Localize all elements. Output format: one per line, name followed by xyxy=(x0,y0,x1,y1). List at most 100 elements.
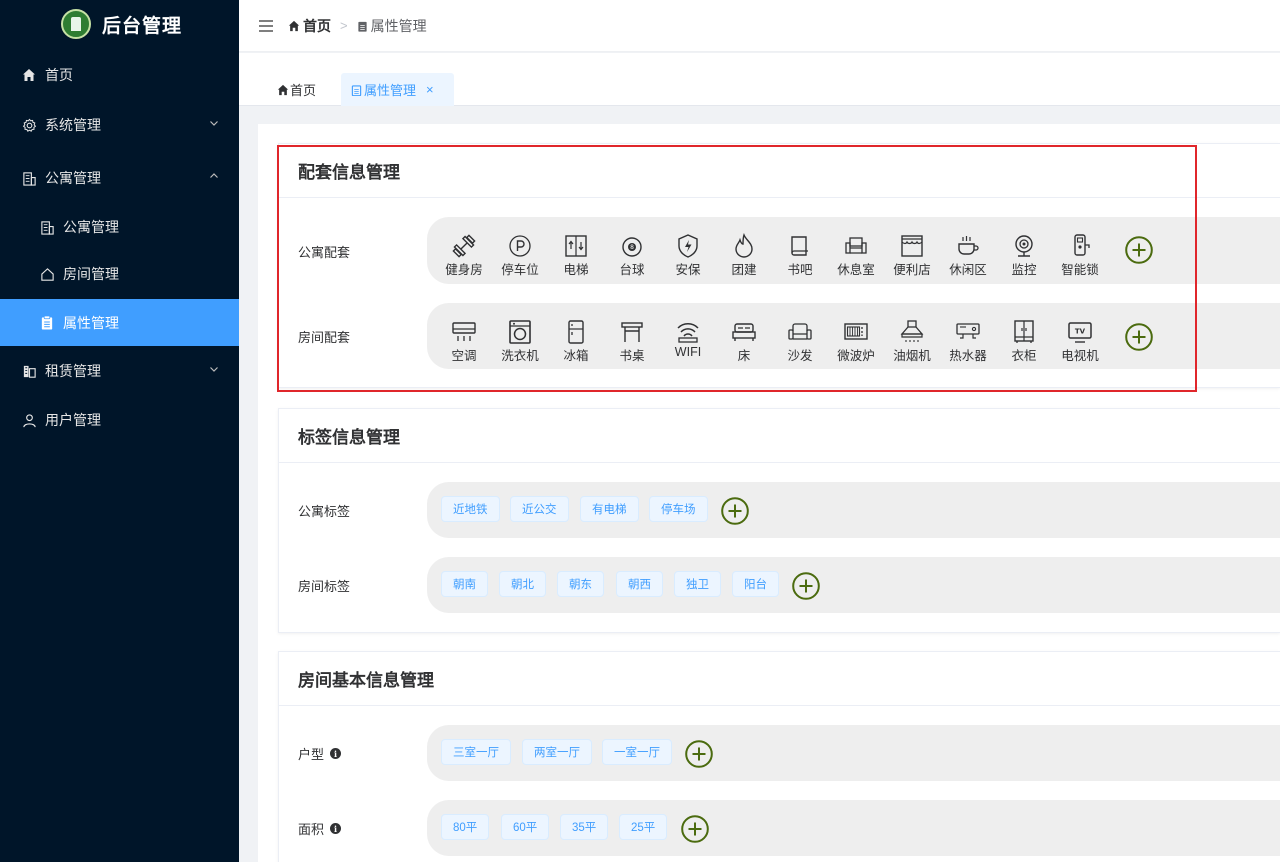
facility-item[interactable]: 冰箱 xyxy=(551,319,601,364)
tag-chip[interactable]: 35平 xyxy=(560,814,609,840)
house-icon xyxy=(39,266,55,282)
tag-chip[interactable]: 朝东 xyxy=(557,571,604,597)
tag-chip[interactable]: 朝北 xyxy=(499,571,546,597)
facility-item[interactable]: 电梯 xyxy=(551,233,601,278)
add-circle-icon[interactable] xyxy=(721,497,749,525)
tag-chip[interactable]: 两室一厅 xyxy=(522,739,592,765)
facility-item[interactable]: 团建 xyxy=(719,233,769,278)
room-facility-row: 房间配套 空调 洗衣机 冰箱 书桌 WIFI 床 沙发 微波炉 油烟机 热水器 … xyxy=(279,303,1280,371)
tag-chip[interactable]: 一室一厅 xyxy=(602,739,672,765)
sidebar-item-room[interactable]: 房间管理 xyxy=(0,250,239,298)
facility-item[interactable]: WIFI xyxy=(663,319,713,359)
camera-icon xyxy=(1015,235,1033,257)
top-header: 首页 > 属性管理 xyxy=(239,0,1280,52)
layout-row: 户型 i 三室一厅 两室一厅 一室一厅 xyxy=(279,725,1280,782)
tag-chip[interactable]: 三室一厅 xyxy=(441,739,511,765)
facility-item[interactable]: 衣柜 xyxy=(999,319,1049,364)
facility-item[interactable]: 监控 xyxy=(999,233,1049,278)
apartment-label-row: 公寓标签 近地铁 近公交 有电梯 停车场 xyxy=(279,482,1280,539)
facility-item[interactable]: 便利店 xyxy=(887,233,937,278)
row-label: 公寓标签 xyxy=(298,504,351,519)
room-tag-list: 朝南 朝北 朝东 朝西 独卫 阳台 xyxy=(427,557,1280,613)
add-circle-icon[interactable] xyxy=(1125,323,1153,351)
breadcrumb-home-label: 首页 xyxy=(303,17,331,34)
sidebar-item-label: 用户管理 xyxy=(45,412,101,428)
breadcrumb-current: 属性管理 xyxy=(357,16,427,36)
book-icon xyxy=(791,236,808,256)
chevron-down-icon xyxy=(210,367,218,372)
home-icon xyxy=(288,20,300,31)
clipboard-icon xyxy=(351,84,362,96)
facility-item[interactable]: 空调 xyxy=(439,319,489,364)
home-icon xyxy=(277,84,289,95)
facility-item[interactable]: 健身房 xyxy=(439,233,489,278)
facility-item[interactable]: 安保 xyxy=(663,233,713,278)
tag-chip[interactable]: 独卫 xyxy=(674,571,721,597)
add-circle-icon[interactable] xyxy=(1125,236,1153,264)
apartment-facility-row: 公寓配套 健身房 停车位 电梯 8 台球 安保 团建 书吧 休息室 便利店 休闲… xyxy=(279,217,1280,285)
add-circle-icon[interactable] xyxy=(685,740,713,768)
close-icon[interactable]: × xyxy=(426,82,434,97)
menu-toggle-icon[interactable] xyxy=(259,19,273,32)
info-icon[interactable]: i xyxy=(330,823,342,834)
air-conditioner-icon xyxy=(452,322,476,341)
row-label: 户型 i xyxy=(298,744,342,763)
breadcrumb-home[interactable]: 首页 xyxy=(288,16,331,36)
sidebar-item-system[interactable]: 系统管理 xyxy=(0,101,239,149)
sidebar-item-label: 租赁管理 xyxy=(45,363,101,379)
facility-item[interactable]: 书桌 xyxy=(607,319,657,364)
card-title: 房间基本信息管理 xyxy=(279,652,1280,706)
sidebar-item-home[interactable]: 首页 xyxy=(0,51,239,99)
apartment-tag-list: 近地铁 近公交 有电梯 停车场 xyxy=(427,482,1280,538)
facility-item[interactable]: 洗衣机 xyxy=(495,319,545,364)
facility-item[interactable]: 8 台球 xyxy=(607,233,657,278)
facility-item[interactable]: 沙发 xyxy=(775,319,825,364)
facility-card: 配套信息管理 公寓配套 健身房 停车位 电梯 8 台球 安保 团建 书吧 休息室… xyxy=(278,143,1280,388)
tag-chip[interactable]: 近公交 xyxy=(510,496,569,522)
breadcrumb-current-label: 属性管理 xyxy=(370,17,427,34)
tag-chip[interactable]: 朝西 xyxy=(616,571,663,597)
tag-chip[interactable]: 近地铁 xyxy=(441,496,500,522)
room-facility-list: 空调 洗衣机 冰箱 书桌 WIFI 床 沙发 微波炉 油烟机 热水器 衣柜 TV… xyxy=(427,303,1280,369)
tag-chip[interactable]: 朝南 xyxy=(441,571,488,597)
info-icon[interactable]: i xyxy=(330,748,342,759)
facility-item[interactable]: TV 电视机 xyxy=(1055,319,1105,364)
facility-item[interactable]: 停车位 xyxy=(495,233,545,278)
tab-home[interactable]: 首页 xyxy=(267,73,326,106)
sidebar-item-users[interactable]: 用户管理 xyxy=(0,396,239,444)
tag-chip[interactable]: 有电梯 xyxy=(580,496,639,522)
fire-icon xyxy=(735,233,753,258)
tag-chip[interactable]: 60平 xyxy=(501,814,550,840)
facility-item[interactable]: 休闲区 xyxy=(943,233,993,278)
add-circle-icon[interactable] xyxy=(792,572,820,600)
water-heater-icon xyxy=(956,323,980,339)
sidebar-item-attributes[interactable]: 属性管理 xyxy=(0,299,239,346)
clipboard-icon xyxy=(39,315,55,331)
range-hood-icon xyxy=(900,320,924,342)
layout-tag-list: 三室一厅 两室一厅 一室一厅 xyxy=(427,725,1280,781)
breadcrumb-separator-icon: > xyxy=(340,18,348,33)
chevron-up-icon xyxy=(210,173,218,178)
facility-item[interactable]: 智能锁 xyxy=(1055,233,1105,278)
facility-item[interactable]: 油烟机 xyxy=(887,319,937,364)
billiard-ball-icon: 8 xyxy=(622,237,642,257)
sidebar-item-apartment[interactable]: 公寓管理 xyxy=(0,203,239,251)
facility-item[interactable]: 书吧 xyxy=(775,233,825,278)
tab-attributes[interactable]: 属性管理 × xyxy=(341,73,454,106)
svg-text:TV: TV xyxy=(1075,328,1086,336)
facility-item[interactable]: 休息室 xyxy=(831,233,881,278)
desk-icon xyxy=(621,322,643,342)
sidebar-item-lease[interactable]: 租赁管理 xyxy=(0,347,239,395)
main-content: 配套信息管理 公寓配套 健身房 停车位 电梯 8 台球 安保 团建 书吧 休息室… xyxy=(258,124,1280,862)
breadcrumb: 首页 > 属性管理 xyxy=(288,16,427,36)
user-icon xyxy=(21,412,37,428)
tag-chip[interactable]: 停车场 xyxy=(649,496,708,522)
add-circle-icon[interactable] xyxy=(681,815,709,843)
facility-item[interactable]: 床 xyxy=(719,319,769,364)
tag-chip[interactable]: 80平 xyxy=(441,814,490,840)
tag-chip[interactable]: 25平 xyxy=(619,814,668,840)
tag-chip[interactable]: 阳台 xyxy=(732,571,779,597)
facility-item[interactable]: 微波炉 xyxy=(831,319,881,364)
facility-item[interactable]: 热水器 xyxy=(943,319,993,364)
sidebar-item-apartment-group[interactable]: 公寓管理 xyxy=(0,154,239,202)
